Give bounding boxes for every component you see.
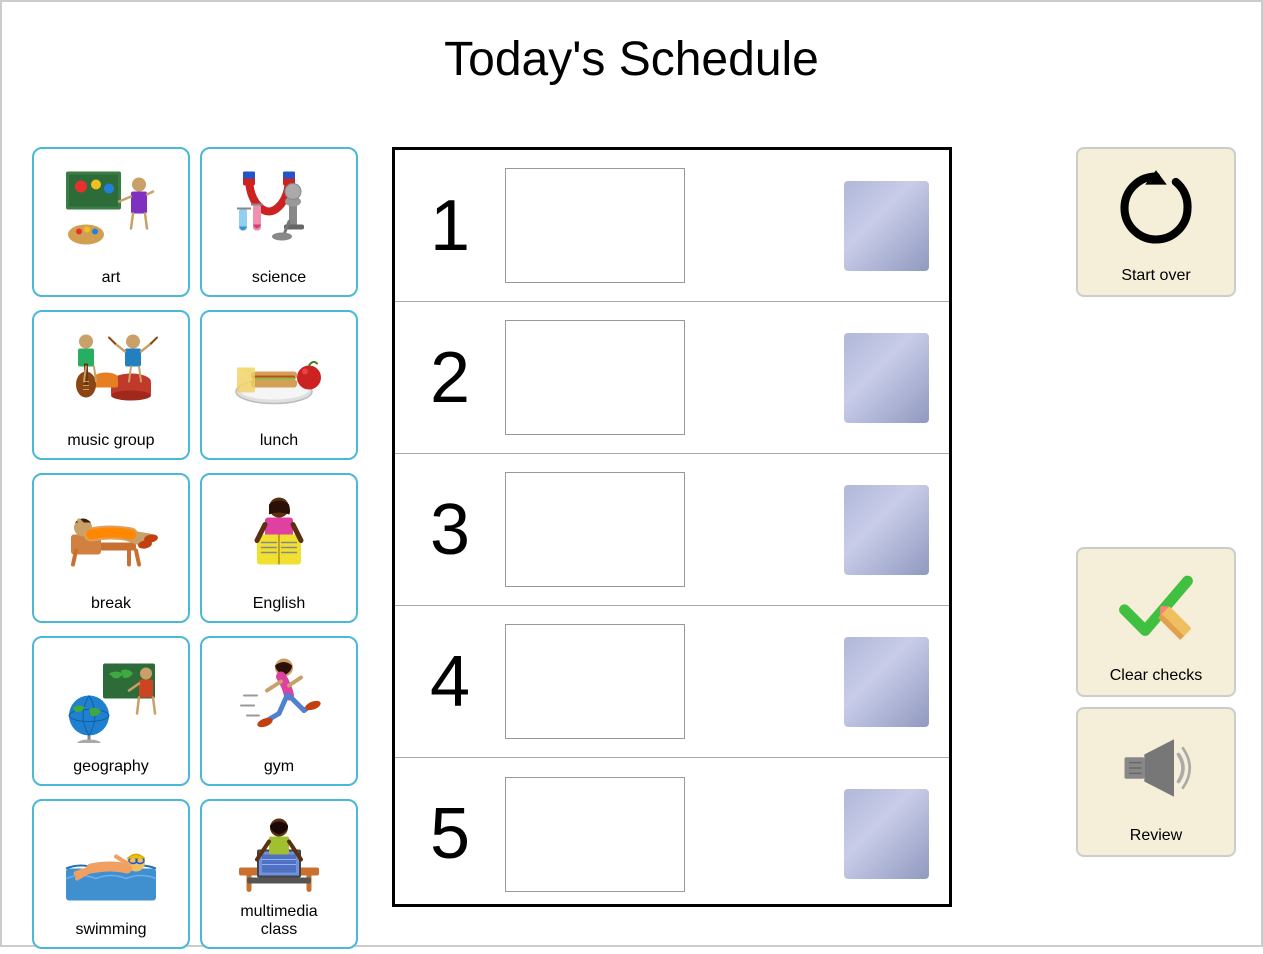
schedule-number-1: 1 [415,185,485,267]
schedule-number-4: 4 [415,641,485,723]
english-icon [202,475,356,595]
activity-card-music-group[interactable]: music group [32,310,190,460]
geography-label: geography [73,758,149,776]
schedule-check-1[interactable] [844,181,929,271]
activity-card-geography[interactable]: geography [32,636,190,786]
swimming-icon [34,801,188,921]
lunch-icon [202,312,356,432]
activity-card-gym[interactable]: gym [200,636,358,786]
schedule-check-4[interactable] [844,637,929,727]
schedule-row-1: 1 [395,150,949,302]
schedule-slot-3[interactable] [505,472,685,587]
activity-card-science[interactable]: science [200,147,358,297]
science-label: science [252,269,306,287]
swimming-label: swimming [75,921,146,939]
schedule-check-2[interactable] [844,333,929,423]
schedule-number-3: 3 [415,489,485,571]
music-group-label: music group [67,432,154,450]
activity-card-break[interactable]: break [32,473,190,623]
schedule-slot-4[interactable] [505,624,685,739]
activity-card-lunch[interactable]: lunch [200,310,358,460]
start-over-icon [1111,149,1201,267]
science-icon [202,149,356,269]
geography-icon [34,638,188,758]
gym-label: gym [264,758,294,776]
clear-checks-icon [1111,549,1201,667]
break-icon [34,475,188,595]
review-button[interactable]: Review [1076,707,1236,857]
break-label: break [91,595,131,613]
lunch-label: lunch [260,432,298,450]
art-icon [34,149,188,269]
activity-panel: art [32,147,360,954]
schedule-row-5: 5 [395,758,949,910]
clear-checks-label: Clear checks [1110,667,1202,685]
activity-card-english[interactable]: English [200,473,358,623]
schedule-container: 1 2 3 4 5 [392,147,952,907]
right-panel: Start over Clear checks [1076,147,1236,857]
multimedia-class-label: multimediaclass [240,903,317,939]
activity-card-swimming[interactable]: swimming [32,799,190,949]
multimedia-class-icon [202,801,356,903]
review-label: Review [1130,827,1182,845]
activity-card-multimedia-class[interactable]: multimediaclass [200,799,358,949]
start-over-button[interactable]: Start over [1076,147,1236,297]
english-label: English [253,595,305,613]
schedule-number-2: 2 [415,337,485,419]
schedule-slot-5[interactable] [505,777,685,892]
start-over-label: Start over [1121,267,1190,285]
gym-icon [202,638,356,758]
art-label: art [102,269,121,287]
review-icon [1111,709,1201,827]
schedule-check-5[interactable] [844,789,929,879]
schedule-row-3: 3 [395,454,949,606]
schedule-slot-1[interactable] [505,168,685,283]
page-title: Today's Schedule [2,2,1261,97]
schedule-slot-2[interactable] [505,320,685,435]
schedule-number-5: 5 [415,793,485,875]
schedule-row-4: 4 [395,606,949,758]
schedule-row-2: 2 [395,302,949,454]
clear-checks-button[interactable]: Clear checks [1076,547,1236,697]
activity-card-art[interactable]: art [32,147,190,297]
music-group-icon [34,312,188,432]
schedule-check-3[interactable] [844,485,929,575]
